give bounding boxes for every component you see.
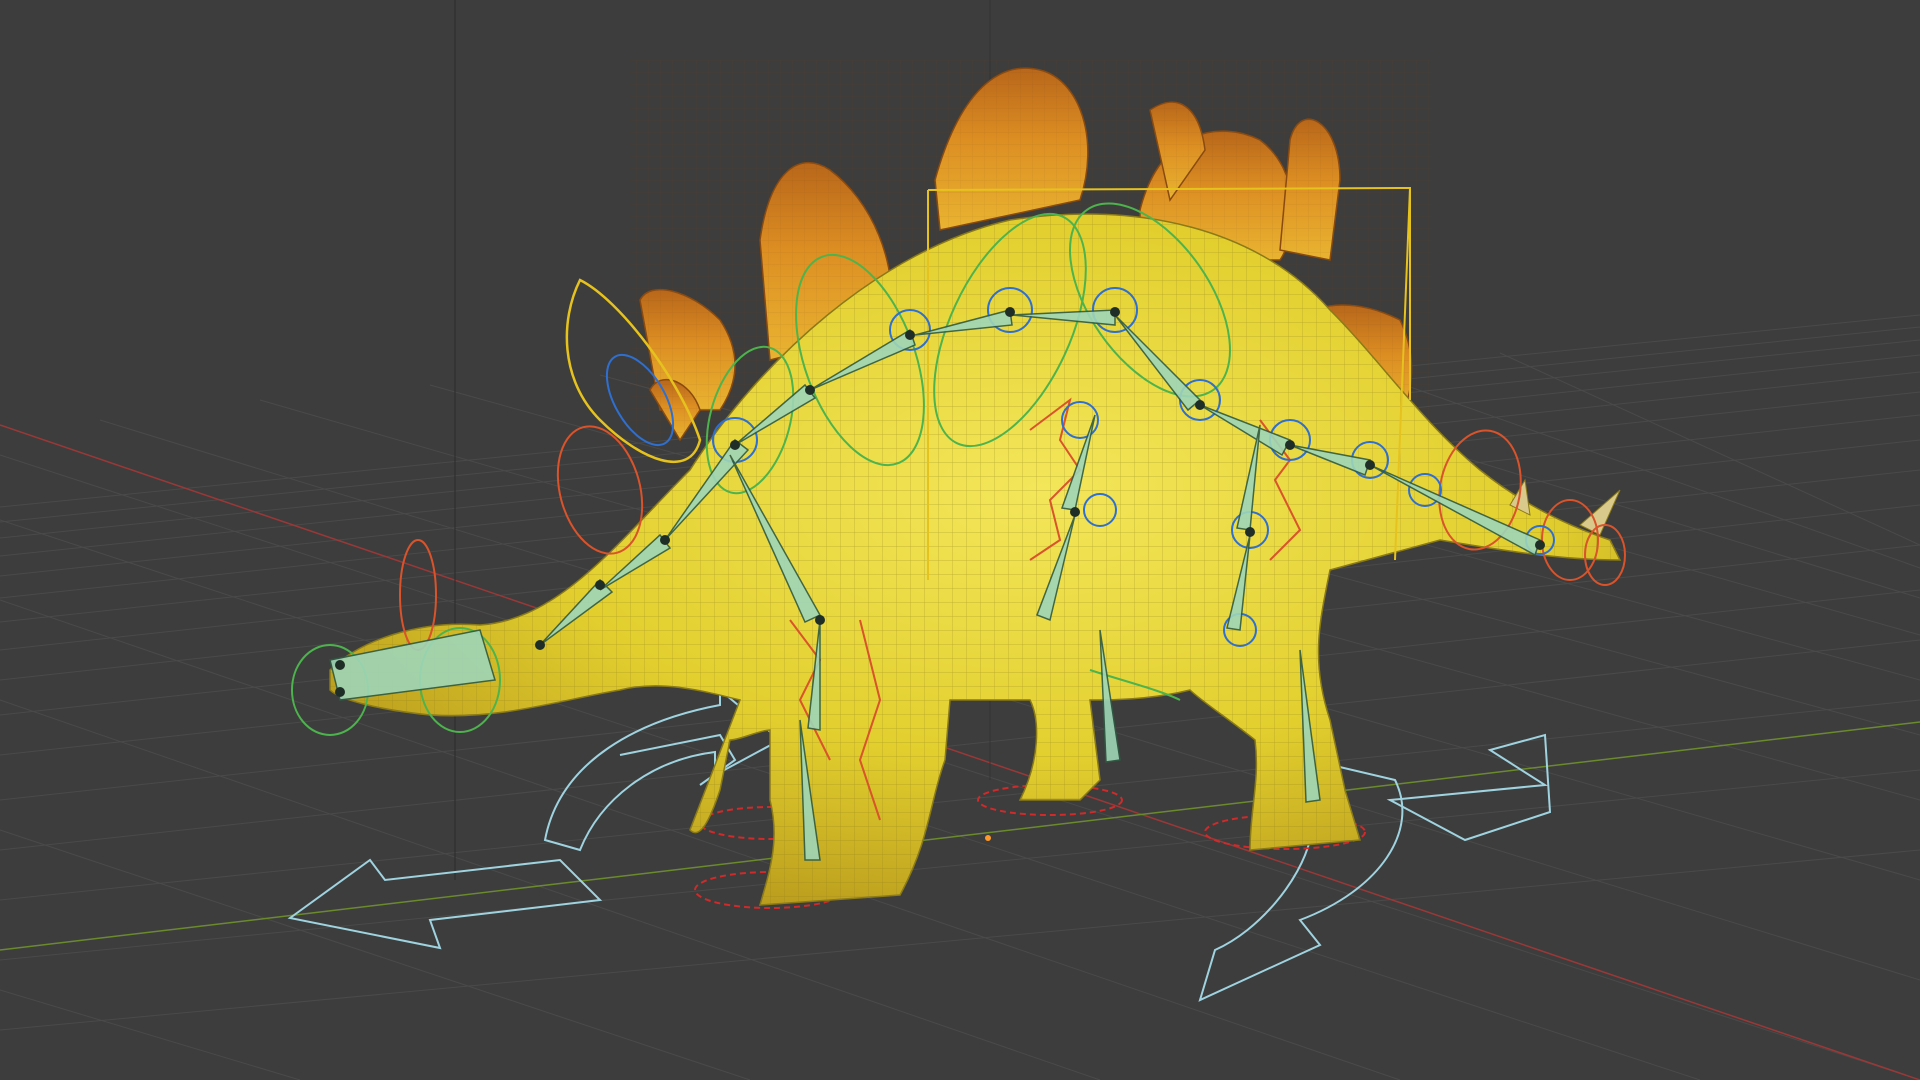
3d-viewport[interactable]: [0, 0, 1920, 1080]
viewport-canvas[interactable]: [0, 0, 1920, 1080]
y-axis-line: [0, 721, 1920, 951]
3d-cursor-icon[interactable]: [985, 835, 991, 841]
